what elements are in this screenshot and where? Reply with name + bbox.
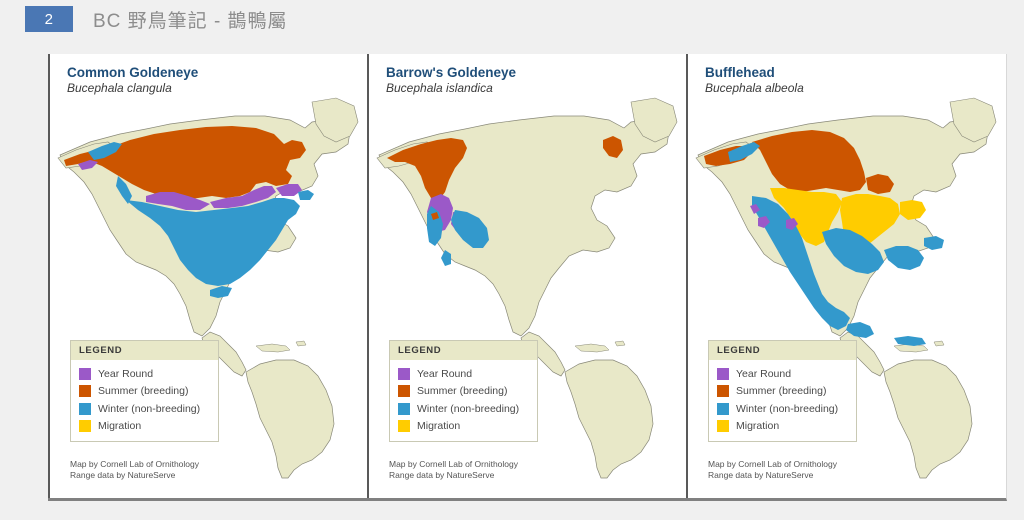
- credits-line-1: Map by Cornell Lab of Ornithology: [708, 459, 837, 469]
- legend-item-summer: Summer (breeding): [709, 383, 856, 401]
- species-panel-common-goldeneye[interactable]: Common Goldeneye Bucephala clangula LEGE…: [48, 54, 367, 498]
- map-legend: LEGEND Year Round Summer (breeding) Wint…: [708, 340, 857, 442]
- legend-label: Migration: [417, 420, 461, 433]
- summer-swatch-icon: [398, 385, 410, 398]
- summer-swatch-icon: [717, 385, 729, 398]
- species-panel-barrows-goldeneye[interactable]: Barrow's Goldeneye Bucephala islandica L…: [367, 54, 686, 498]
- title-bar: 2 BC 野鳥筆記 - 鵲鴨屬: [0, 0, 1024, 38]
- legend-items: Year Round Summer (breeding) Winter (non…: [71, 360, 218, 441]
- map-legend: LEGEND Year Round Summer (breeding) Wint…: [70, 340, 219, 442]
- year-round-swatch-icon: [398, 367, 410, 380]
- migration-swatch-icon: [717, 420, 729, 433]
- species-common-name: Bufflehead: [705, 65, 775, 80]
- species-scientific-name: Bucephala clangula: [67, 81, 172, 95]
- species-scientific-name: Bucephala albeola: [705, 81, 804, 95]
- legend-label: Winter (non-breeding): [98, 402, 201, 415]
- legend-item-winter: Winter (non-breeding): [390, 400, 537, 418]
- maps-board: Common Goldeneye Bucephala clangula LEGE…: [48, 54, 1007, 501]
- legend-title: LEGEND: [709, 341, 856, 360]
- legend-label: Winter (non-breeding): [417, 402, 520, 415]
- legend-label: Winter (non-breeding): [736, 402, 839, 415]
- legend-label: Summer (breeding): [736, 385, 827, 398]
- legend-items: Year Round Summer (breeding) Winter (non…: [390, 360, 537, 441]
- year-round-swatch-icon: [717, 367, 729, 380]
- species-common-name: Barrow's Goldeneye: [386, 65, 517, 80]
- legend-label: Year Round: [417, 367, 473, 380]
- credits-line-2: Range data by NatureServe: [708, 469, 814, 480]
- legend-label: Migration: [736, 420, 780, 433]
- map-credits: Map by Cornell Lab of Ornithology Range …: [389, 459, 518, 480]
- winter-swatch-icon: [79, 402, 91, 415]
- summer-swatch-icon: [79, 385, 91, 398]
- panel-heading: Bufflehead Bucephala albeola: [705, 65, 804, 96]
- legend-label: Summer (breeding): [98, 385, 189, 398]
- species-panel-bufflehead[interactable]: Bufflehead Bucephala albeola LEGEND Year…: [686, 54, 1005, 498]
- legend-item-year-round: Year Round: [71, 365, 218, 383]
- migration-swatch-icon: [398, 420, 410, 433]
- panel-heading: Barrow's Goldeneye Bucephala islandica: [386, 65, 516, 96]
- slide-number-badge: 2: [25, 6, 73, 32]
- legend-item-summer: Summer (breeding): [71, 383, 218, 401]
- legend-item-migration: Migration: [390, 418, 537, 436]
- legend-title: LEGEND: [71, 341, 218, 360]
- legend-item-year-round: Year Round: [390, 365, 537, 383]
- page-title: BC 野鳥筆記 - 鵲鴨屬: [93, 10, 288, 32]
- map-legend: LEGEND Year Round Summer (breeding) Wint…: [389, 340, 538, 442]
- legend-label: Year Round: [736, 367, 792, 380]
- migration-swatch-icon: [79, 420, 91, 433]
- winter-swatch-icon: [398, 402, 410, 415]
- legend-item-winter: Winter (non-breeding): [709, 400, 856, 418]
- credits-line-2: Range data by NatureServe: [70, 469, 176, 480]
- credits-line-1: Map by Cornell Lab of Ornithology: [70, 459, 199, 469]
- species-common-name: Common Goldeneye: [67, 65, 199, 80]
- credits-line-1: Map by Cornell Lab of Ornithology: [389, 459, 518, 469]
- legend-items: Year Round Summer (breeding) Winter (non…: [709, 360, 856, 441]
- legend-label: Migration: [98, 420, 142, 433]
- map-credits: Map by Cornell Lab of Ornithology Range …: [70, 459, 199, 480]
- map-credits: Map by Cornell Lab of Ornithology Range …: [708, 459, 837, 480]
- credits-line-2: Range data by NatureServe: [389, 469, 495, 480]
- legend-item-migration: Migration: [71, 418, 218, 436]
- year-round-swatch-icon: [79, 367, 91, 380]
- winter-swatch-icon: [717, 402, 729, 415]
- species-scientific-name: Bucephala islandica: [386, 81, 493, 95]
- legend-title: LEGEND: [390, 341, 537, 360]
- panel-heading: Common Goldeneye Bucephala clangula: [67, 65, 198, 96]
- legend-item-year-round: Year Round: [709, 365, 856, 383]
- legend-item-summer: Summer (breeding): [390, 383, 537, 401]
- legend-item-winter: Winter (non-breeding): [71, 400, 218, 418]
- legend-label: Year Round: [98, 367, 154, 380]
- legend-label: Summer (breeding): [417, 385, 508, 398]
- legend-item-migration: Migration: [709, 418, 856, 436]
